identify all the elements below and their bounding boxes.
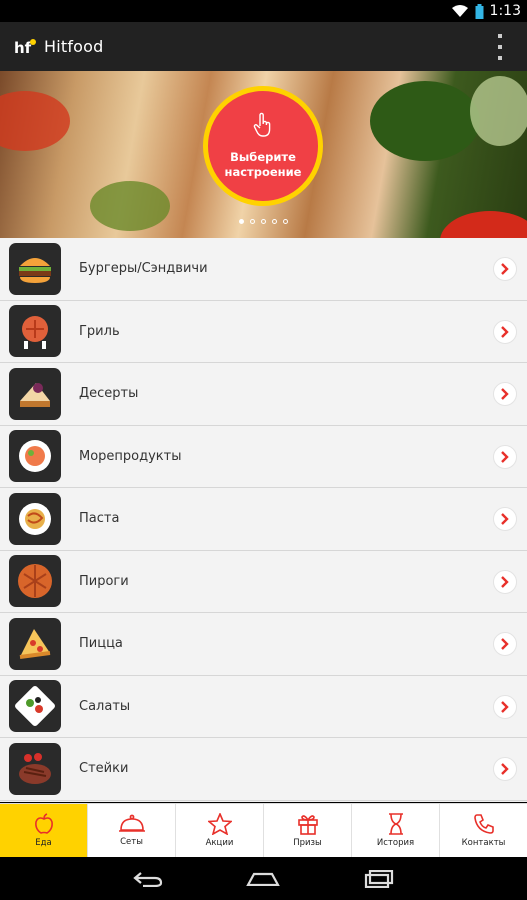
tab-label: Акции (205, 838, 234, 848)
category-row[interactable]: Бургеры/Сэндвичи (0, 238, 527, 301)
tab-apple[interactable]: Еда (0, 804, 87, 857)
gift-icon (297, 813, 319, 835)
hourglass-icon (387, 813, 405, 835)
category-label: Стейки (79, 761, 129, 777)
action-bar: hf Hitfood (0, 22, 527, 71)
hand-pointer-icon (253, 112, 273, 142)
category-row[interactable]: Десерты (0, 363, 527, 426)
carousel-dot[interactable] (261, 219, 266, 224)
category-row[interactable]: Гриль (0, 300, 527, 363)
tab-label: Призы (293, 838, 322, 848)
category-label: Десерты (79, 386, 139, 402)
home-icon[interactable] (243, 864, 283, 894)
chevron-right-icon[interactable] (493, 382, 517, 406)
apple-icon (33, 813, 55, 835)
category-row[interactable]: Паста (0, 488, 527, 551)
carousel-dot[interactable] (239, 219, 244, 224)
chevron-right-icon[interactable] (493, 757, 517, 781)
chevron-right-icon[interactable] (493, 444, 517, 469)
battery-icon (475, 3, 484, 19)
pepper-shape (0, 91, 70, 151)
tab-cloche[interactable]: Сеты (87, 804, 175, 857)
category-row[interactable]: Пицца (0, 613, 527, 676)
category-label: Гриль (79, 323, 120, 339)
category-label: Паста (79, 511, 120, 527)
recent-apps-icon[interactable] (359, 864, 399, 894)
tomato-shape (440, 211, 527, 238)
category-list: Бургеры/Сэндвичи Гриль Десерты Морепродукты… (0, 238, 527, 802)
category-row[interactable]: Пироги (0, 550, 527, 613)
carousel-dot[interactable] (272, 219, 277, 224)
basil-shape (370, 81, 480, 161)
wifi-icon (451, 4, 469, 18)
status-bar: 1:13 (0, 0, 527, 22)
mood-label: Выберите настроение (224, 150, 302, 179)
carousel-indicator (0, 219, 527, 224)
category-label: Салаты (79, 698, 131, 714)
category-label: Пироги (79, 573, 129, 589)
category-row[interactable]: Салаты (0, 675, 527, 738)
burger-icon (9, 242, 61, 295)
mood-selector-button[interactable]: Выберите настроение (203, 86, 323, 206)
app-logo: hf (14, 37, 36, 57)
grill-icon (9, 305, 61, 358)
tab-label: Контакты (461, 838, 506, 848)
hero-banner[interactable]: Выберите настроение (0, 71, 527, 238)
star-icon (207, 813, 232, 835)
system-nav-bar (0, 857, 527, 900)
pizza-icon (9, 617, 61, 670)
category-label: Бургеры/Сэндвичи (79, 261, 208, 277)
pie-icon (9, 555, 61, 608)
cucumber-shape (470, 76, 527, 146)
chevron-right-icon[interactable] (493, 257, 517, 281)
tab-star[interactable]: Акции (175, 804, 263, 857)
category-row[interactable]: Стейки (0, 738, 527, 801)
status-icons: 1:13 (451, 0, 521, 22)
tab-hourglass[interactable]: История (351, 804, 439, 857)
cloche-icon (118, 814, 146, 834)
tab-gift[interactable]: Призы (263, 804, 351, 857)
chevron-right-icon[interactable] (493, 319, 517, 344)
pasta-icon (9, 492, 61, 545)
dessert-icon (9, 367, 61, 420)
clock: 1:13 (489, 3, 521, 19)
carousel-dot[interactable] (283, 219, 288, 224)
back-icon[interactable] (128, 864, 168, 894)
tab-label: История (376, 838, 415, 848)
chevron-right-icon[interactable] (493, 632, 517, 656)
phone-icon (473, 813, 495, 835)
steak-icon (9, 742, 61, 795)
chevron-right-icon[interactable] (493, 569, 517, 594)
category-label: Морепродукты (79, 448, 182, 464)
overflow-menu-icon[interactable] (495, 34, 505, 60)
tab-phone[interactable]: Контакты (439, 804, 527, 857)
svg-text:hf: hf (14, 39, 32, 56)
category-row[interactable]: Морепродукты (0, 425, 527, 488)
app-title: Hitfood (44, 37, 104, 56)
tab-label: Сеты (120, 837, 143, 847)
seafood-icon (9, 430, 61, 483)
chevron-right-icon[interactable] (493, 694, 517, 719)
carousel-dot[interactable] (250, 219, 255, 224)
salad-icon (9, 680, 61, 733)
chevron-right-icon[interactable] (493, 507, 517, 531)
category-label: Пицца (79, 636, 123, 652)
bottom-tab-bar: Еда Сеты Акции Призы История Контакты (0, 803, 527, 857)
tab-label: Еда (35, 838, 52, 848)
